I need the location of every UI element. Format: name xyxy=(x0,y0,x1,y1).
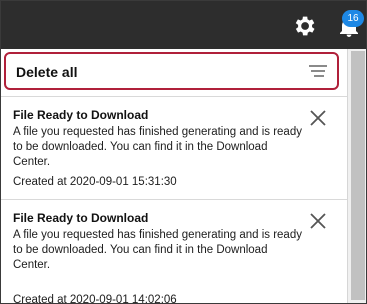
delete-all-bar[interactable]: Delete all xyxy=(4,52,339,90)
notification-timestamp: Created at 2020-09-01 15:31:30 xyxy=(13,176,177,188)
notifications-panel: Delete all File Ready to Download A file… xyxy=(1,49,348,303)
notification-title: File Ready to Download xyxy=(13,108,149,122)
notification-timestamp: Created at 2020-09-01 14:02:06 xyxy=(13,294,177,304)
sort-lines-icon[interactable] xyxy=(309,65,327,77)
notification-count-badge: 16 xyxy=(342,10,364,27)
close-icon[interactable] xyxy=(309,109,327,127)
delete-all-button[interactable]: Delete all xyxy=(16,64,77,80)
scrollbar-thumb[interactable] xyxy=(351,51,365,300)
notification-item: File Ready to Download A file you reques… xyxy=(1,199,347,303)
top-bar: 16 xyxy=(1,1,366,49)
notification-message: A file you requested has finished genera… xyxy=(13,229,302,271)
notification-message: A file you requested has finished genera… xyxy=(13,126,302,168)
close-icon[interactable] xyxy=(309,212,327,230)
app-frame: 16 Delete all File Ready to Download A f… xyxy=(0,0,367,304)
scrollbar[interactable] xyxy=(348,49,366,303)
notification-item: File Ready to Download A file you reques… xyxy=(1,96,347,195)
gear-icon[interactable] xyxy=(291,13,317,39)
notification-title: File Ready to Download xyxy=(13,211,149,225)
